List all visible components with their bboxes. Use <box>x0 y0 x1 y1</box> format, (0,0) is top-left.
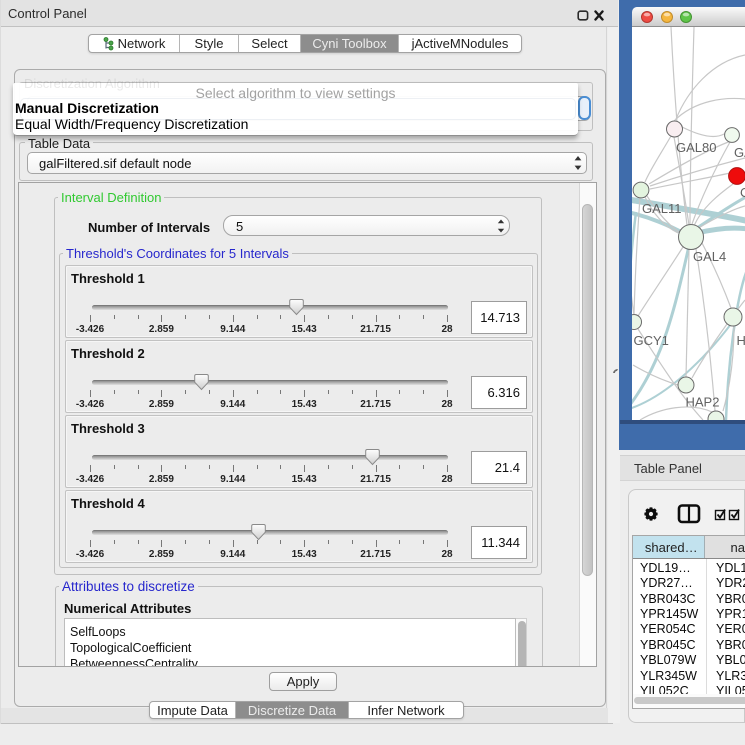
svg-text:GAL4: GAL4 <box>693 249 726 264</box>
svg-text:GA: GA <box>734 145 745 160</box>
svg-text:HAP2: HAP2 <box>686 395 720 410</box>
svg-text:C: C <box>740 185 745 200</box>
svg-text:H: H <box>737 333 745 348</box>
svg-text:GAL80: GAL80 <box>676 140 716 155</box>
svg-text:GAL11: GAL11 <box>642 201 682 216</box>
svg-text:GCY1: GCY1 <box>634 333 669 348</box>
